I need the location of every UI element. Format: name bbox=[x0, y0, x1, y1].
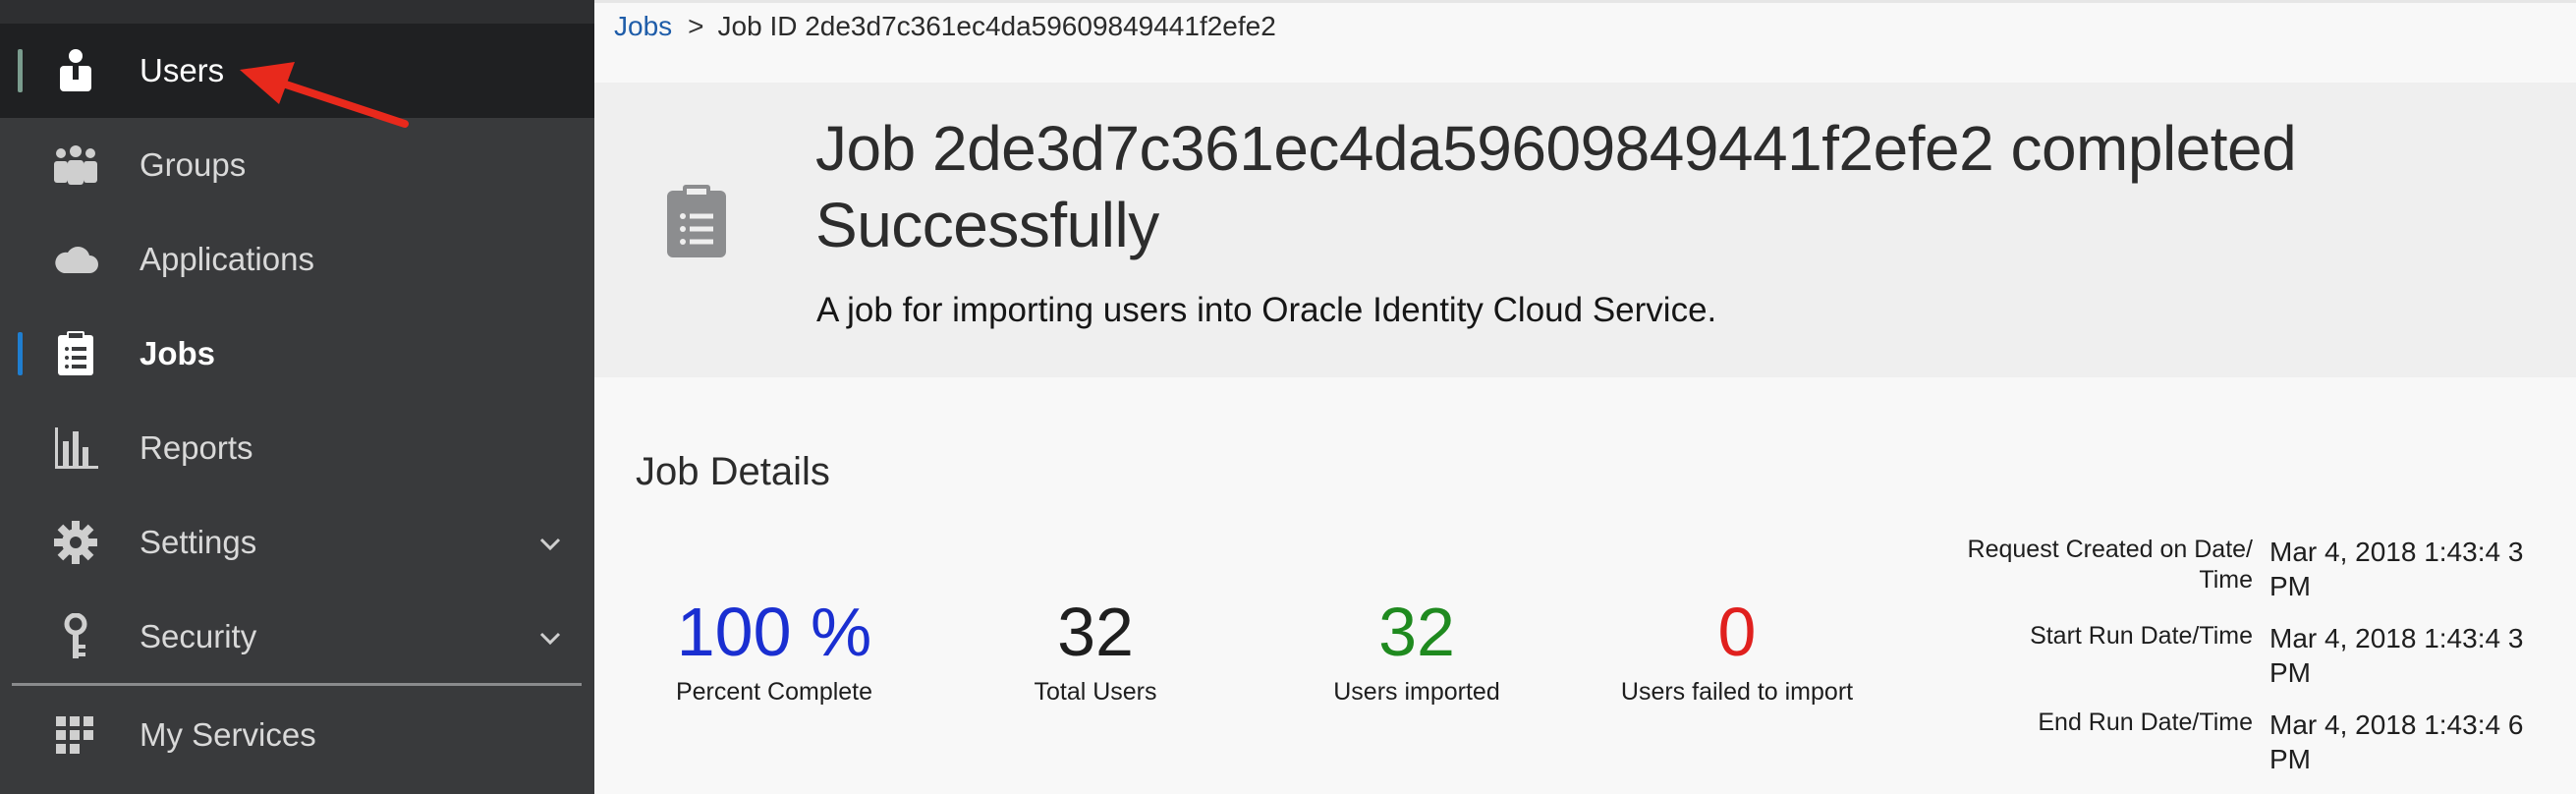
sidebar-item-label: Security bbox=[140, 618, 257, 654]
sidebar-item-label: Applications bbox=[140, 241, 314, 277]
stat-value: 32 bbox=[1057, 594, 1134, 670]
main-content: Jobs > Job ID 2de3d7c361ec4da59609849441f2… bbox=[594, 0, 2576, 794]
stat-value: 32 bbox=[1378, 594, 1455, 670]
sidebar-item-groups[interactable]: Groups bbox=[0, 118, 594, 212]
selection-indicator bbox=[18, 49, 23, 92]
meta-key: Start Run Date/Time bbox=[2030, 622, 2253, 650]
sidebar-item-label: Reports bbox=[140, 429, 253, 466]
sidebar-item-users[interactable]: Users bbox=[0, 24, 594, 118]
sidebar-item-applications[interactable]: Applications bbox=[0, 212, 594, 307]
stat-caption: Users imported bbox=[1333, 678, 1500, 706]
grid-icon bbox=[51, 711, 100, 759]
sidebar-item-label: Users bbox=[140, 52, 225, 88]
clipboard-list-icon bbox=[665, 185, 728, 259]
sidebar-item-label: Jobs bbox=[140, 335, 216, 371]
sidebar-item-jobs[interactable]: Jobs bbox=[0, 307, 594, 401]
sidebar-item-label: My Services bbox=[140, 716, 316, 753]
stat-value: 100 % bbox=[676, 594, 872, 670]
breadcrumb-jobs-link[interactable]: Jobs bbox=[614, 11, 672, 41]
breadcrumb-current: Job ID 2de3d7c361ec4da59609849441f2efe2 bbox=[717, 11, 1276, 41]
gear-icon bbox=[51, 519, 100, 566]
sidebar-item-my-services[interactable]: My Services bbox=[0, 688, 594, 782]
cloud-icon bbox=[51, 236, 100, 283]
sidebar-item-security[interactable]: Security bbox=[0, 590, 594, 684]
job-description: A job for importing users into Oracle Id… bbox=[816, 291, 1717, 329]
meta-value: Mar 4, 2018 1:43:4 6 PM bbox=[2269, 709, 2524, 774]
active-indicator bbox=[18, 332, 23, 375]
stat-caption: Total Users bbox=[1034, 678, 1157, 706]
stat-caption: Percent Complete bbox=[675, 678, 873, 706]
meta-value: Mar 4, 2018 1:43:4 3 PM bbox=[2269, 623, 2524, 688]
stat-users-failed: 0 Users failed to import bbox=[1590, 590, 1884, 707]
sidebar-item-label: Groups bbox=[140, 146, 247, 183]
job-details-heading: Job Details bbox=[636, 450, 830, 493]
meta-key: Request Created on Date/ Time bbox=[1967, 536, 2253, 594]
stat-caption: Users failed to import bbox=[1620, 678, 1854, 706]
groups-icon bbox=[51, 142, 100, 189]
sidebar-top-strip bbox=[0, 0, 594, 24]
user-icon bbox=[51, 47, 100, 94]
meta-key: End Run Date/Time bbox=[2038, 709, 2253, 736]
sidebar-item-reports[interactable]: Reports bbox=[0, 401, 594, 495]
sidebar-item-label: Settings bbox=[140, 524, 257, 560]
key-icon bbox=[51, 613, 100, 660]
breadcrumb-separator: > bbox=[688, 11, 704, 41]
stat-value: 0 bbox=[1717, 594, 1757, 670]
job-status-banner: Job 2de3d7c361ec4da59609849441f2efe2 com… bbox=[594, 83, 2576, 377]
breadcrumb-bar: Jobs > Job ID 2de3d7c361ec4da59609849441f2… bbox=[594, 0, 2576, 83]
stat-percent-complete: 100 % Percent Complete bbox=[627, 590, 922, 707]
sidebar-item-settings[interactable]: Settings bbox=[0, 495, 594, 590]
meta-value: Mar 4, 2018 1:43:4 3 PM bbox=[2269, 537, 2524, 601]
sidebar: Users Groups Applications Jobs Reports S… bbox=[0, 0, 594, 794]
stat-total-users: 32 Total Users bbox=[948, 590, 1243, 707]
bar-chart-icon bbox=[51, 425, 100, 472]
clipboard-list-icon bbox=[51, 330, 100, 377]
stat-users-imported: 32 Users imported bbox=[1269, 590, 1564, 707]
chevron-down-icon[interactable] bbox=[535, 623, 565, 652]
sidebar-divider bbox=[12, 683, 582, 686]
breadcrumb: Jobs > Job ID 2de3d7c361ec4da59609849441f2… bbox=[614, 7, 1276, 46]
job-title: Job 2de3d7c361ec4da59609849441f2efe2 com… bbox=[815, 113, 2297, 260]
chevron-down-icon[interactable] bbox=[535, 529, 565, 558]
